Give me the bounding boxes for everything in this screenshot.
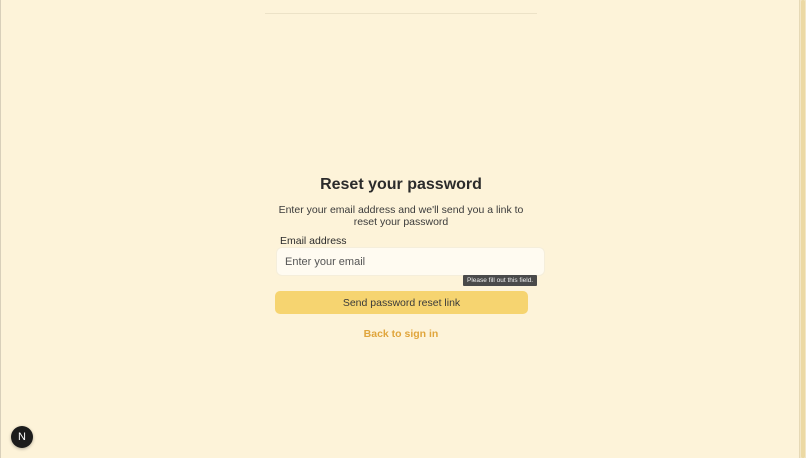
validation-tooltip: Please fill out this field.	[463, 275, 538, 286]
back-to-sign-in-link[interactable]: Back to sign in	[0, 328, 802, 340]
page-title: Reset your password	[320, 176, 482, 193]
reset-password-page: Reset your password Enter your email add…	[0, 0, 806, 458]
email-input[interactable]	[276, 247, 545, 276]
window-left-edge	[0, 0, 1, 458]
nextjs-logo-icon[interactable]: N	[11, 426, 33, 448]
page-subtitle: Enter your email address and we'll send …	[278, 204, 524, 228]
dev-indicator-label: N	[18, 431, 26, 443]
header-divider	[265, 13, 537, 14]
scrollbar-thumb[interactable]	[801, 0, 805, 458]
send-reset-link-button[interactable]: Send password reset link	[275, 291, 528, 314]
email-label: Email address	[280, 235, 347, 247]
